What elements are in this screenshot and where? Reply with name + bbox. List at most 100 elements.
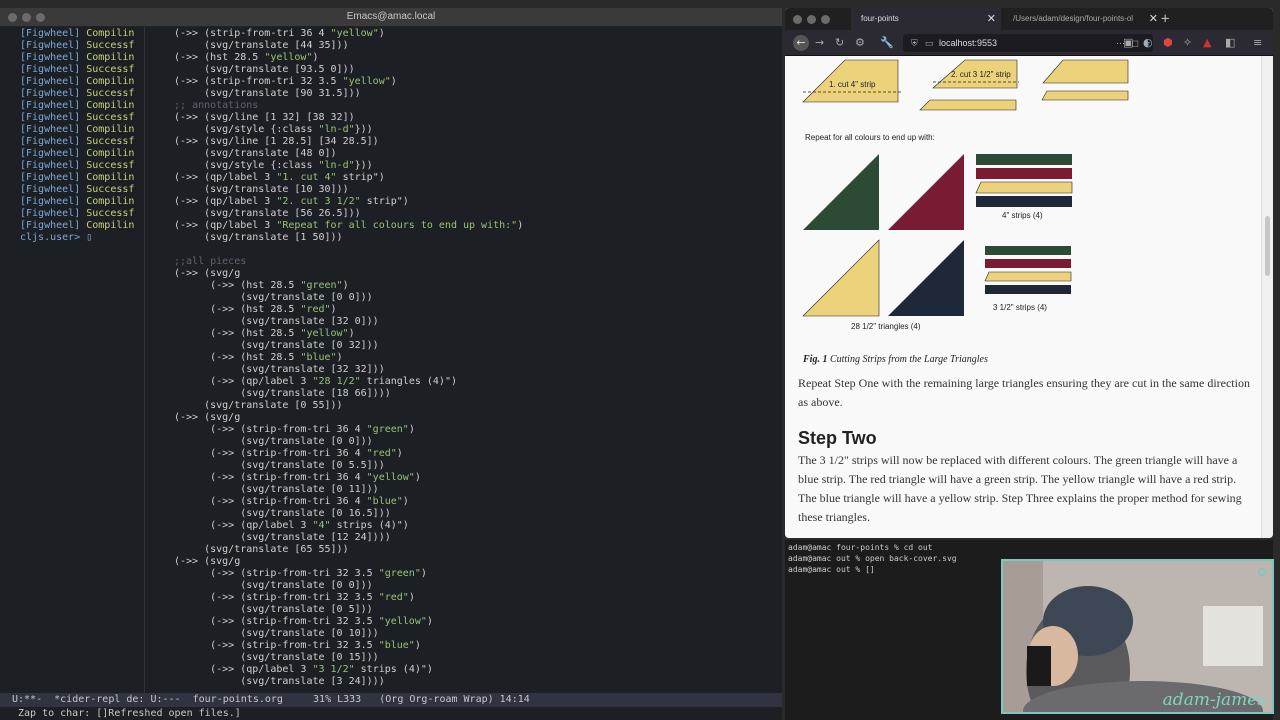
reload-icon[interactable]: ↻ — [835, 35, 844, 51]
repl-tag: [Figwheel] — [20, 172, 81, 183]
code-line: (svg/translate [0 32])) — [174, 340, 379, 351]
repl-line: [Figwheel] Compilin — [20, 28, 144, 40]
shield-icon: ⛨ — [911, 38, 918, 48]
forward-icon[interactable]: → — [815, 35, 824, 51]
repl-line: [Figwheel] Successf — [20, 88, 144, 100]
yellow-piece-3 — [1042, 59, 1129, 84]
repl-line: [Figwheel] Successf — [20, 184, 144, 196]
repl-tag: [Figwheel] — [20, 136, 81, 147]
code-line: (svg/translate [44 35])) — [174, 40, 349, 51]
url-bar[interactable]: ⛨ ▭ localhost:9553 ⋯ ◻ ★ — [903, 34, 1153, 52]
code-line: (svg/style {:class "ln-d"})) — [174, 160, 373, 171]
repl-tag: [Figwheel] — [20, 148, 81, 159]
code-editor-pane[interactable]: (->> (strip-from-tri 36 4 "yellow") (svg… — [146, 27, 782, 693]
tab-file-path[interactable]: /Users/adam/design/four-points-ol ✕ — [1003, 8, 1163, 30]
code-line: (svg/translate [65 55])) — [174, 544, 349, 555]
code-line: (svg/translate [0 11])) — [174, 484, 379, 495]
new-tab-icon[interactable]: + — [1161, 8, 1169, 30]
repl-message: Compilin — [80, 100, 135, 111]
repl-line: [Figwheel] Successf — [20, 160, 144, 172]
repl-tag: [Figwheel] — [20, 124, 81, 135]
settings-icon[interactable]: ⚙ — [855, 35, 865, 51]
wrench-icon[interactable]: 🔧 — [880, 35, 894, 51]
browser-zoom-button[interactable] — [821, 15, 830, 24]
yellow-strip-35 — [984, 271, 1072, 282]
repl-tag: [Figwheel] — [20, 112, 81, 123]
browser-minimize-button[interactable] — [807, 15, 816, 24]
repl-message: Successf — [80, 160, 135, 171]
repl-prompt[interactable]: cljs.user> ▯ — [20, 232, 144, 244]
tab-title: four-points — [861, 14, 899, 23]
code-line: (->> (strip-from-tri 36 4 "red") — [174, 448, 403, 459]
repl-message: Compilin — [80, 28, 135, 39]
sidebar-icon[interactable]: ▣ — [1123, 35, 1133, 51]
scrollbar-thumb[interactable] — [1265, 216, 1270, 276]
menu-icon[interactable]: ≡ — [1253, 35, 1262, 51]
repl-message: Successf — [80, 112, 135, 123]
repl-line: [Figwheel] Compilin — [20, 76, 144, 88]
yellow-strip-2 — [1041, 90, 1129, 101]
repl-line: [Figwheel] Successf — [20, 112, 144, 124]
code-line: (svg/translate [0 16.5])) — [174, 508, 391, 519]
code-line: (->> (qp/label 3 "1. cut 4" strip") — [174, 172, 385, 183]
label-cut-35: 2. cut 3 1/2" strip — [951, 70, 1011, 79]
browser-close-button[interactable] — [793, 15, 802, 24]
code-line: (svg/translate [32 32])) — [174, 364, 385, 375]
code-line: (->> (svg/line [1 32] [38 32]) — [174, 112, 355, 123]
figure-caption-text: Cutting Strips from the Large Triangles — [829, 354, 988, 365]
repl-message: Compilin — [80, 76, 135, 87]
label-triangles: 28 1/2" triangles (4) — [851, 322, 921, 331]
close-tab-icon[interactable]: ✕ — [987, 8, 996, 30]
blue-strip-4 — [976, 196, 1072, 207]
cider-repl-pane[interactable]: [Figwheel] Compilin [Figwheel] Successf [F… — [0, 27, 145, 693]
code-line: (->> (strip-from-tri 36 4 "blue") — [174, 496, 409, 507]
green-strip-35 — [985, 246, 1071, 255]
window-title: Emacs@amac.local — [346, 11, 436, 22]
modeline: U:**- *cider-repl de: U:--- four-points.… — [0, 693, 782, 707]
repl-message: Successf — [80, 184, 135, 195]
code-line: (svg/translate [12 24]))) — [174, 532, 391, 543]
code-line: (->> (svg/g — [174, 268, 241, 279]
repl-tag: [Figwheel] — [20, 64, 81, 75]
code-line: (->> (strip-from-tri 32 3.5 "yellow") — [174, 616, 433, 627]
close-tab-icon[interactable]: ✕ — [1149, 8, 1158, 30]
repl-line: [Figwheel] Compilin — [20, 148, 144, 160]
repl-line: [Figwheel] Successf — [20, 136, 144, 148]
code-line: (->> (svg/line [1 28.5] [34 28.5]) — [174, 136, 379, 147]
extension3-icon[interactable]: ▲ — [1203, 35, 1211, 51]
watermark-logo: adam-james — [1162, 690, 1266, 710]
code-line: (->> (svg/g — [174, 412, 241, 423]
label-strips-4: 4" strips (4) — [1002, 211, 1043, 220]
back-icon[interactable]: ← — [793, 35, 809, 51]
code-line: (->> (hst 28.5 "yellow") — [174, 328, 355, 339]
tab-four-points[interactable]: four-points ✕ — [851, 8, 1001, 30]
repl-line: [Figwheel] Successf — [20, 40, 144, 52]
repl-message: Successf — [80, 88, 135, 99]
code-line: (->> (qp/label 3 "3 1/2" strips (4)") — [174, 664, 433, 675]
repl-tag: [Figwheel] — [20, 28, 81, 39]
code-line: (->> (qp/label 3 "4" strips (4)") — [174, 520, 409, 531]
repl-message: Successf — [80, 208, 135, 219]
extension4-icon[interactable]: ◧ — [1225, 35, 1235, 51]
code-line: (svg/translate [56 26.5])) — [174, 208, 361, 219]
red-triangle — [888, 154, 964, 230]
code-line: (->> (strip-from-tri 32 3.5 "blue") — [174, 640, 421, 651]
code-line: (svg/translate [0 15])) — [174, 652, 379, 663]
ublock-icon[interactable]: ⬢ — [1163, 35, 1173, 51]
code-line: (->> (strip-from-tri 32 3.5 "green") — [174, 568, 427, 579]
tab-bar: four-points ✕ /Users/adam/design/four-po… — [785, 8, 1273, 30]
extension2-icon[interactable]: ✧ — [1183, 35, 1192, 51]
paragraph-2: The 3 1/2" strips will now be replaced w… — [798, 453, 1242, 524]
extension-icon[interactable]: ◐ — [1143, 35, 1153, 51]
repeat-label: Repeat for all colours to end up with: — [805, 133, 935, 142]
repl-tag: [Figwheel] — [20, 184, 81, 195]
smile-icon: ☺ — [1257, 565, 1266, 581]
figure-caption: Fig. 1 Cutting Strips from the Large Tri… — [803, 354, 988, 365]
code-line: (->> (hst 28.5 "yellow") — [174, 52, 319, 63]
code-line: ;; annotations — [174, 100, 259, 111]
repl-tag: [Figwheel] — [20, 196, 81, 207]
repl-line: [Figwheel] Successf — [20, 64, 144, 76]
repl-line: [Figwheel] Compilin — [20, 124, 144, 136]
scrollbar[interactable] — [1261, 56, 1273, 538]
page-icon: ▭ — [925, 38, 934, 48]
